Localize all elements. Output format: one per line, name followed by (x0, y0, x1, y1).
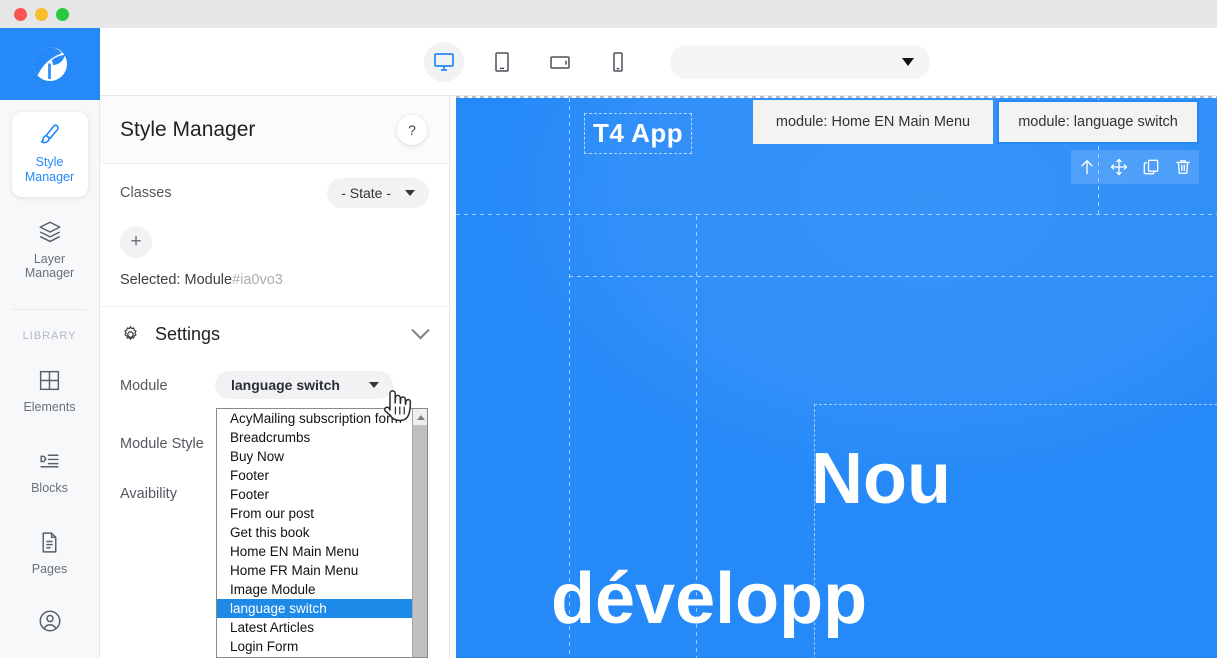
device-desktop-button[interactable] (423, 41, 464, 82)
help-button[interactable]: ? (397, 114, 427, 145)
desktop-icon (433, 52, 454, 71)
chevron-down-icon[interactable] (411, 320, 430, 339)
copy-icon[interactable] (1141, 157, 1161, 177)
chevron-down-icon (405, 190, 415, 196)
sidebar-item-label: Blocks (31, 480, 68, 495)
dropdown-option[interactable]: AcyMailing subscription form (217, 409, 413, 428)
dropdown-option[interactable]: From our post (217, 504, 413, 523)
field-label: Module (120, 378, 168, 394)
flower-logo-icon (32, 47, 67, 81)
app-window: Style Manager Layer Manager LIBRARY Elem… (0, 0, 1217, 658)
window-titlebar (0, 0, 1217, 28)
dropdown-option[interactable]: Buy Now (217, 447, 413, 466)
module-select-value: language switch (231, 377, 340, 393)
dropdown-option[interactable]: Image Module (217, 580, 413, 599)
brand-word[interactable]: T4 App (583, 113, 693, 154)
dropdown-option[interactable]: Latest Articles (217, 618, 413, 637)
page-title: Style Manager (120, 117, 256, 141)
dropdown-option[interactable]: Home EN Main Menu (217, 542, 413, 561)
classes-row: Classes - State - (100, 164, 449, 222)
minimize-window-button[interactable] (35, 7, 48, 21)
dropdown-option[interactable]: Login Form (217, 637, 413, 656)
state-select[interactable]: - State - (327, 178, 429, 208)
sidebar-item-layer-manager[interactable]: Layer Manager (12, 209, 88, 294)
module-toolbar (1071, 150, 1199, 184)
field-module: Module language switch (100, 371, 449, 399)
sidebar-item-label: Style Manager (24, 155, 75, 184)
grid-icon (39, 370, 60, 391)
page-select[interactable] (669, 44, 930, 79)
dropdown-options[interactable]: AcyMailing subscription form Breadcrumbs B… (217, 409, 413, 656)
dropdown-option[interactable]: Get this book (217, 523, 413, 542)
tablet-icon (494, 51, 509, 72)
settings-title: Settings (155, 323, 221, 344)
mobile-icon (612, 51, 623, 72)
page-body[interactable]: T4 App module: Home EN Main Menu module:… (456, 98, 1217, 658)
sidebar-item-blocks[interactable]: Blocks (12, 439, 88, 508)
settings-section-header[interactable]: Settings (100, 307, 449, 361)
page-canvas[interactable]: T4 App module: Home EN Main Menu module:… (456, 96, 1217, 658)
scroll-up-arrow-icon[interactable] (413, 409, 427, 425)
state-select-value: - State - (341, 185, 391, 201)
field-label: Avaibility (120, 485, 177, 502)
document-icon (42, 531, 57, 553)
sidebar-item-account[interactable] (12, 598, 88, 653)
sidebar-item-pages[interactable]: Pages (12, 520, 88, 589)
zoom-window-button[interactable] (56, 7, 69, 21)
trash-icon[interactable] (1173, 157, 1193, 177)
module-dropdown-list[interactable]: AcyMailing subscription form Breadcrumbs B… (216, 408, 428, 658)
user-account-icon (38, 610, 61, 632)
module-badge-language-switch[interactable]: module: language switch (997, 100, 1199, 144)
dropdown-option[interactable]: Footer (217, 485, 413, 504)
dropdown-option[interactable]: language switch (217, 599, 413, 618)
guide-line (456, 214, 1217, 215)
dropdown-scrollbar[interactable] (412, 409, 427, 657)
dropdown-option[interactable]: Home FR Main Menu (217, 561, 413, 580)
classes-label: Classes (120, 185, 172, 201)
brush-icon (40, 124, 59, 144)
hero-line-1: Nou (811, 439, 951, 519)
field-label: Module Style (120, 436, 204, 452)
device-tablet-button[interactable] (482, 42, 522, 82)
gear-icon (124, 325, 137, 340)
sidebar-item-label: Layer Manager (24, 251, 75, 281)
selected-prefix: Selected: (120, 272, 181, 288)
sidebar-divider (12, 309, 87, 310)
module-select[interactable]: language switch (215, 371, 393, 399)
dropdown-option[interactable]: Footer (217, 466, 413, 485)
selected-element-info: Selected: Module#ia0vo3 (120, 272, 449, 288)
arrow-up-icon[interactable] (1077, 157, 1097, 177)
selected-hash: #ia0vo3 (232, 272, 283, 288)
selected-name: Module (184, 272, 233, 288)
hero-heading[interactable]: Nou développ (551, 439, 951, 636)
sidebar-item-style-manager[interactable]: Style Manager (11, 112, 88, 197)
guide-line (569, 276, 1217, 277)
device-mobile-button[interactable] (598, 42, 638, 82)
top-toolbar (100, 28, 1217, 96)
layers-icon (38, 220, 61, 242)
chevron-down-icon (901, 57, 914, 66)
brand-logo[interactable] (0, 28, 100, 100)
module-badge-home-en-main-menu[interactable]: module: Home EN Main Menu (753, 100, 993, 144)
add-class-button[interactable]: + (120, 226, 152, 258)
blocks-icon (40, 454, 59, 468)
hero-line-2: développ (551, 559, 868, 639)
close-window-button[interactable] (14, 7, 27, 21)
device-tablet-landscape-button[interactable] (540, 42, 580, 82)
sidebar-item-label: Elements (23, 400, 76, 414)
sidebar-item-elements[interactable]: Elements (12, 358, 88, 427)
panel-header: Style Manager ? (100, 96, 449, 164)
chevron-down-icon (369, 382, 379, 388)
tablet-landscape-icon (549, 55, 570, 69)
left-sidebar: Style Manager Layer Manager LIBRARY Elem… (0, 28, 100, 658)
move-icon[interactable] (1109, 157, 1129, 177)
dropdown-option[interactable]: Breadcrumbs (217, 428, 413, 447)
sidebar-section-library: LIBRARY (22, 330, 77, 342)
sidebar-item-label: Pages (31, 561, 68, 576)
